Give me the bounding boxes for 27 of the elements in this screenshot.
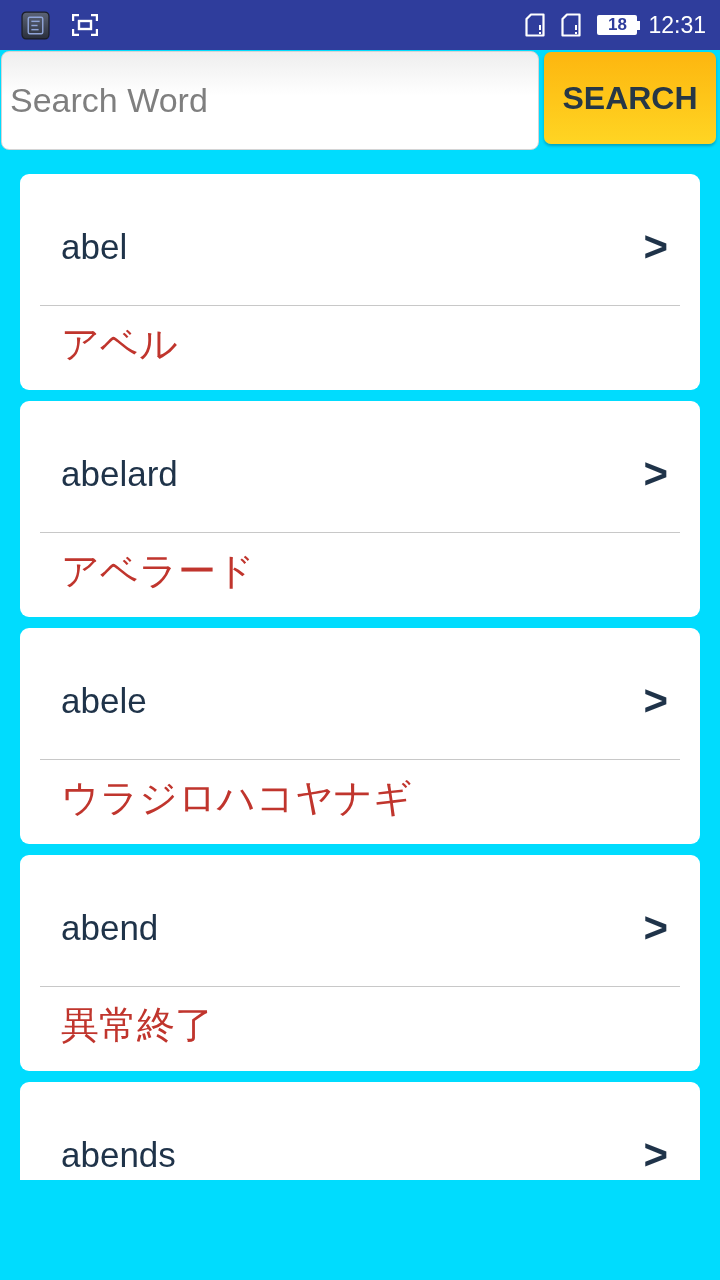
search-field[interactable]: Search Word [1, 51, 539, 150]
word-text: abel [61, 226, 128, 268]
next-arrow: > [643, 224, 668, 270]
clock-text: 12:31 [648, 11, 706, 39]
sim-card-icon [525, 13, 546, 37]
translation-text: アベラード [61, 549, 255, 593]
translation-text: 異常終了 [61, 1003, 213, 1047]
result-card[interactable]: abele > ウラジロハコヤナギ [20, 628, 700, 844]
translation-text: ウラジロハコヤナギ [61, 776, 412, 820]
translation-text: アベル [61, 322, 178, 366]
battery-indicator: 18 [597, 15, 641, 35]
next-arrow: > [643, 678, 668, 724]
sim-card-icon [561, 13, 582, 37]
word-text: abend [61, 907, 159, 949]
next-arrow: > [643, 905, 668, 951]
result-card[interactable]: abends > [20, 1082, 700, 1180]
word-text: abends [61, 1134, 176, 1176]
screenshot-icon [72, 14, 98, 36]
next-arrow: > [643, 451, 668, 497]
result-card[interactable]: abelard > アベラード [20, 401, 700, 617]
result-card[interactable]: abend > 異常終了 [20, 855, 700, 1071]
word-text: abelard [61, 453, 178, 495]
word-text: abele [61, 680, 147, 722]
result-card[interactable]: abel > アベル [20, 174, 700, 390]
search-button[interactable]: SEARCH [544, 52, 716, 144]
next-arrow: > [643, 1132, 668, 1178]
list-app-icon[interactable] [21, 10, 50, 40]
